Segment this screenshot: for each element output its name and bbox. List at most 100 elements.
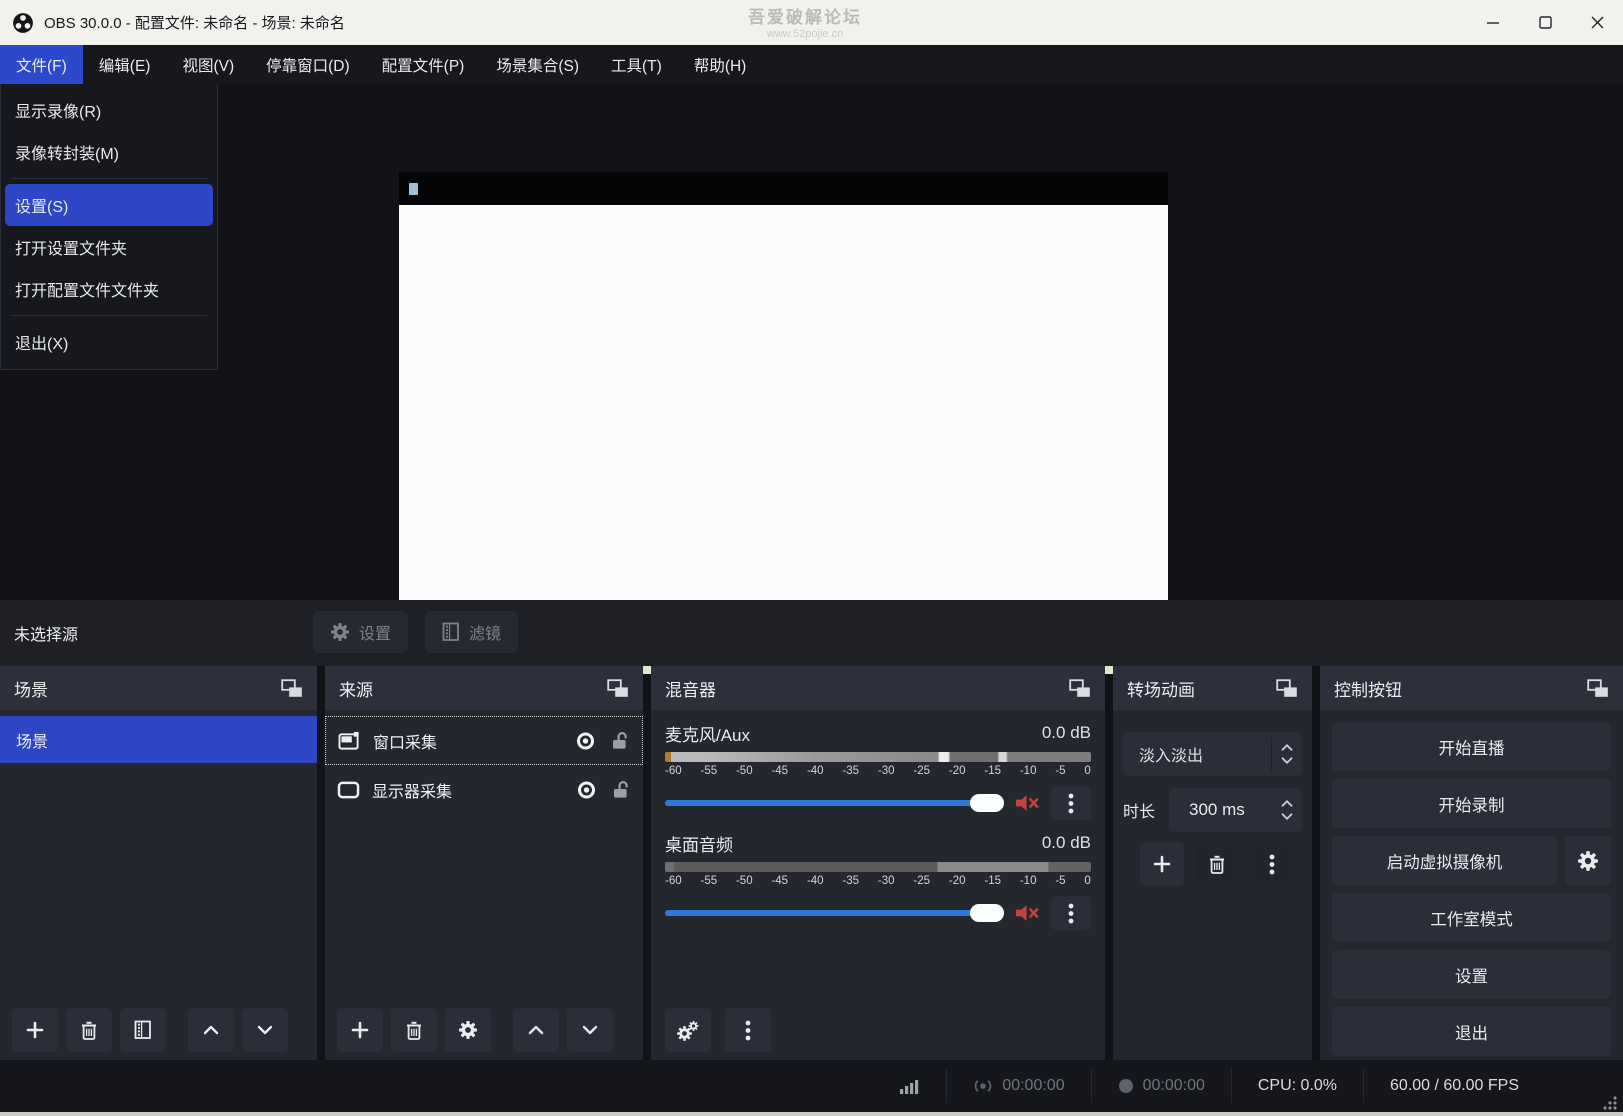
- file-menu-exit[interactable]: 退出(X): [5, 321, 213, 363]
- dock-popup-icon[interactable]: [607, 679, 629, 698]
- stream-timer: 00:00:00: [946, 1069, 1090, 1103]
- minimize-button[interactable]: [1467, 0, 1519, 45]
- scene-filters-button[interactable]: [120, 1008, 166, 1052]
- resize-grip[interactable]: [1603, 1096, 1617, 1110]
- record-timer: 00:00:00: [1091, 1069, 1231, 1103]
- duration-spinbox[interactable]: 300 ms: [1169, 788, 1302, 832]
- eye-icon[interactable]: [574, 780, 599, 800]
- move-source-down-button[interactable]: [567, 1008, 613, 1052]
- source-properties-button[interactable]: 设置: [313, 611, 408, 653]
- volume-slider[interactable]: [665, 800, 1004, 806]
- menu-help[interactable]: 帮助(H): [678, 45, 763, 84]
- studio-mode-button[interactable]: 工作室模式: [1332, 893, 1611, 942]
- remove-source-button[interactable]: [391, 1008, 437, 1052]
- sources-dock-header: 来源: [325, 666, 643, 710]
- mixer-channel-desktop: 桌面音频 0.0 dB: [665, 830, 1091, 856]
- mixer-dock-title: 混音器: [665, 676, 716, 701]
- captured-window-icon: [409, 183, 418, 195]
- sources-dock-title: 来源: [339, 676, 373, 701]
- source-row-monitor-capture[interactable]: 显示器采集: [325, 765, 643, 814]
- start-recording-button[interactable]: 开始录制: [1332, 779, 1611, 828]
- source-label: 显示器采集: [372, 778, 562, 802]
- chevron-up-icon[interactable]: [1280, 799, 1294, 808]
- kebab-menu-icon: [745, 1020, 751, 1041]
- title-bar: OBS 30.0.0 - 配置文件: 未命名 - 场景: 未命名: [0, 0, 1623, 45]
- file-menu-show-settings-folder[interactable]: 打开设置文件夹: [5, 226, 213, 268]
- channel-options-button[interactable]: [1051, 786, 1091, 820]
- file-menu-show-recordings[interactable]: 显示录像(R): [5, 89, 213, 131]
- volume-slider-knob[interactable]: [970, 794, 1004, 812]
- start-virtual-camera-button[interactable]: 启动虚拟摄像机: [1332, 836, 1557, 885]
- dock-popup-icon[interactable]: [281, 679, 303, 698]
- remove-transition-button[interactable]: [1195, 842, 1239, 886]
- channel-level-db: 0.0 dB: [1042, 723, 1091, 743]
- dock-popup-icon[interactable]: [1587, 679, 1609, 698]
- volume-slider-knob[interactable]: [970, 904, 1004, 922]
- transition-options-button[interactable]: [1250, 842, 1294, 886]
- chevron-down-icon[interactable]: [1280, 756, 1294, 765]
- start-streaming-button[interactable]: 开始直播: [1332, 722, 1611, 771]
- lock-open-icon[interactable]: [611, 779, 631, 800]
- transition-select[interactable]: 淡入淡出: [1123, 732, 1302, 776]
- source-properties-toolbar-button[interactable]: [445, 1008, 491, 1052]
- meter-scale: -60-55-50 -45-40-35 -30-25-20 -15-10-5 0: [665, 875, 1091, 887]
- virtual-camera-settings-button[interactable]: [1565, 836, 1611, 885]
- transitions-dock: 转场动画 淡入淡出 时长 300 ms: [1113, 666, 1312, 1060]
- move-scene-up-button[interactable]: [188, 1008, 234, 1052]
- meter-scale: -60-55-50 -45-40-35 -30-25-20 -15-10-5 0: [665, 765, 1091, 777]
- eye-icon[interactable]: [573, 731, 598, 751]
- audio-mixer-dock: 混音器 麦克风/Aux 0.0 dB -60-55-50 -45-40-35 -…: [651, 666, 1105, 1060]
- menu-tools[interactable]: 工具(T): [595, 45, 678, 84]
- trash-icon: [404, 1020, 424, 1041]
- exit-button[interactable]: 退出: [1332, 1007, 1611, 1056]
- advanced-audio-properties-button[interactable]: [665, 1008, 711, 1052]
- dock-popup-icon[interactable]: [1276, 679, 1298, 698]
- volume-slider[interactable]: [665, 910, 1004, 916]
- mute-button[interactable]: [1015, 904, 1040, 922]
- source-row-window-capture[interactable]: 窗口采集: [325, 716, 643, 765]
- channel-options-button[interactable]: [1051, 896, 1091, 930]
- add-transition-button[interactable]: [1140, 842, 1184, 886]
- mixer-dock-header: 混音器: [651, 666, 1105, 710]
- sources-toolbar: [337, 1008, 613, 1052]
- captured-window-content: [399, 205, 1168, 637]
- scene-list-item[interactable]: 场景: [0, 716, 317, 763]
- plus-icon: [1153, 855, 1171, 873]
- file-menu-settings[interactable]: 设置(S): [5, 184, 213, 226]
- settings-button[interactable]: 设置: [1332, 950, 1611, 999]
- mixer-options-button[interactable]: [725, 1008, 771, 1052]
- file-menu-show-profile-folder[interactable]: 打开配置文件文件夹: [5, 268, 213, 310]
- filter-icon: [442, 622, 460, 642]
- move-scene-down-button[interactable]: [242, 1008, 288, 1052]
- speaker-muted-icon: [1015, 904, 1040, 922]
- preview-canvas[interactable]: 搜索: [399, 172, 1168, 674]
- file-menu-remux-recordings[interactable]: 录像转封装(M): [5, 131, 213, 173]
- move-source-up-button[interactable]: [513, 1008, 559, 1052]
- chevron-up-icon[interactable]: [1280, 743, 1294, 752]
- menu-file[interactable]: 文件(F): [0, 45, 83, 84]
- remove-scene-button[interactable]: [66, 1008, 112, 1052]
- add-source-button[interactable]: [337, 1008, 383, 1052]
- transition-selected-value: 淡入淡出: [1123, 742, 1271, 766]
- record-time-value: 00:00:00: [1143, 1077, 1205, 1095]
- add-scene-button[interactable]: [12, 1008, 58, 1052]
- mixer-channel-mic: 麦克风/Aux 0.0 dB: [665, 720, 1091, 746]
- menu-profile[interactable]: 配置文件(P): [366, 45, 481, 84]
- menu-view[interactable]: 视图(V): [166, 45, 250, 84]
- close-button[interactable]: [1571, 0, 1623, 45]
- dock-popup-icon[interactable]: [1069, 679, 1091, 698]
- gear-icon: [458, 1020, 478, 1040]
- menu-scene-collection[interactable]: 场景集合(S): [480, 45, 595, 84]
- menu-edit[interactable]: 编辑(E): [83, 45, 167, 84]
- plus-icon: [351, 1021, 369, 1039]
- trash-icon: [1207, 854, 1227, 875]
- duration-label: 时长: [1123, 798, 1169, 822]
- mute-button[interactable]: [1015, 794, 1040, 812]
- chevron-down-icon[interactable]: [1280, 812, 1294, 821]
- source-filters-button[interactable]: 滤镜: [425, 611, 518, 653]
- source-label: 窗口采集: [373, 729, 561, 753]
- menu-docks[interactable]: 停靠窗口(D): [250, 45, 366, 84]
- maximize-button[interactable]: [1519, 0, 1571, 45]
- lock-open-icon[interactable]: [610, 730, 630, 751]
- transitions-dock-header: 转场动画: [1113, 666, 1312, 710]
